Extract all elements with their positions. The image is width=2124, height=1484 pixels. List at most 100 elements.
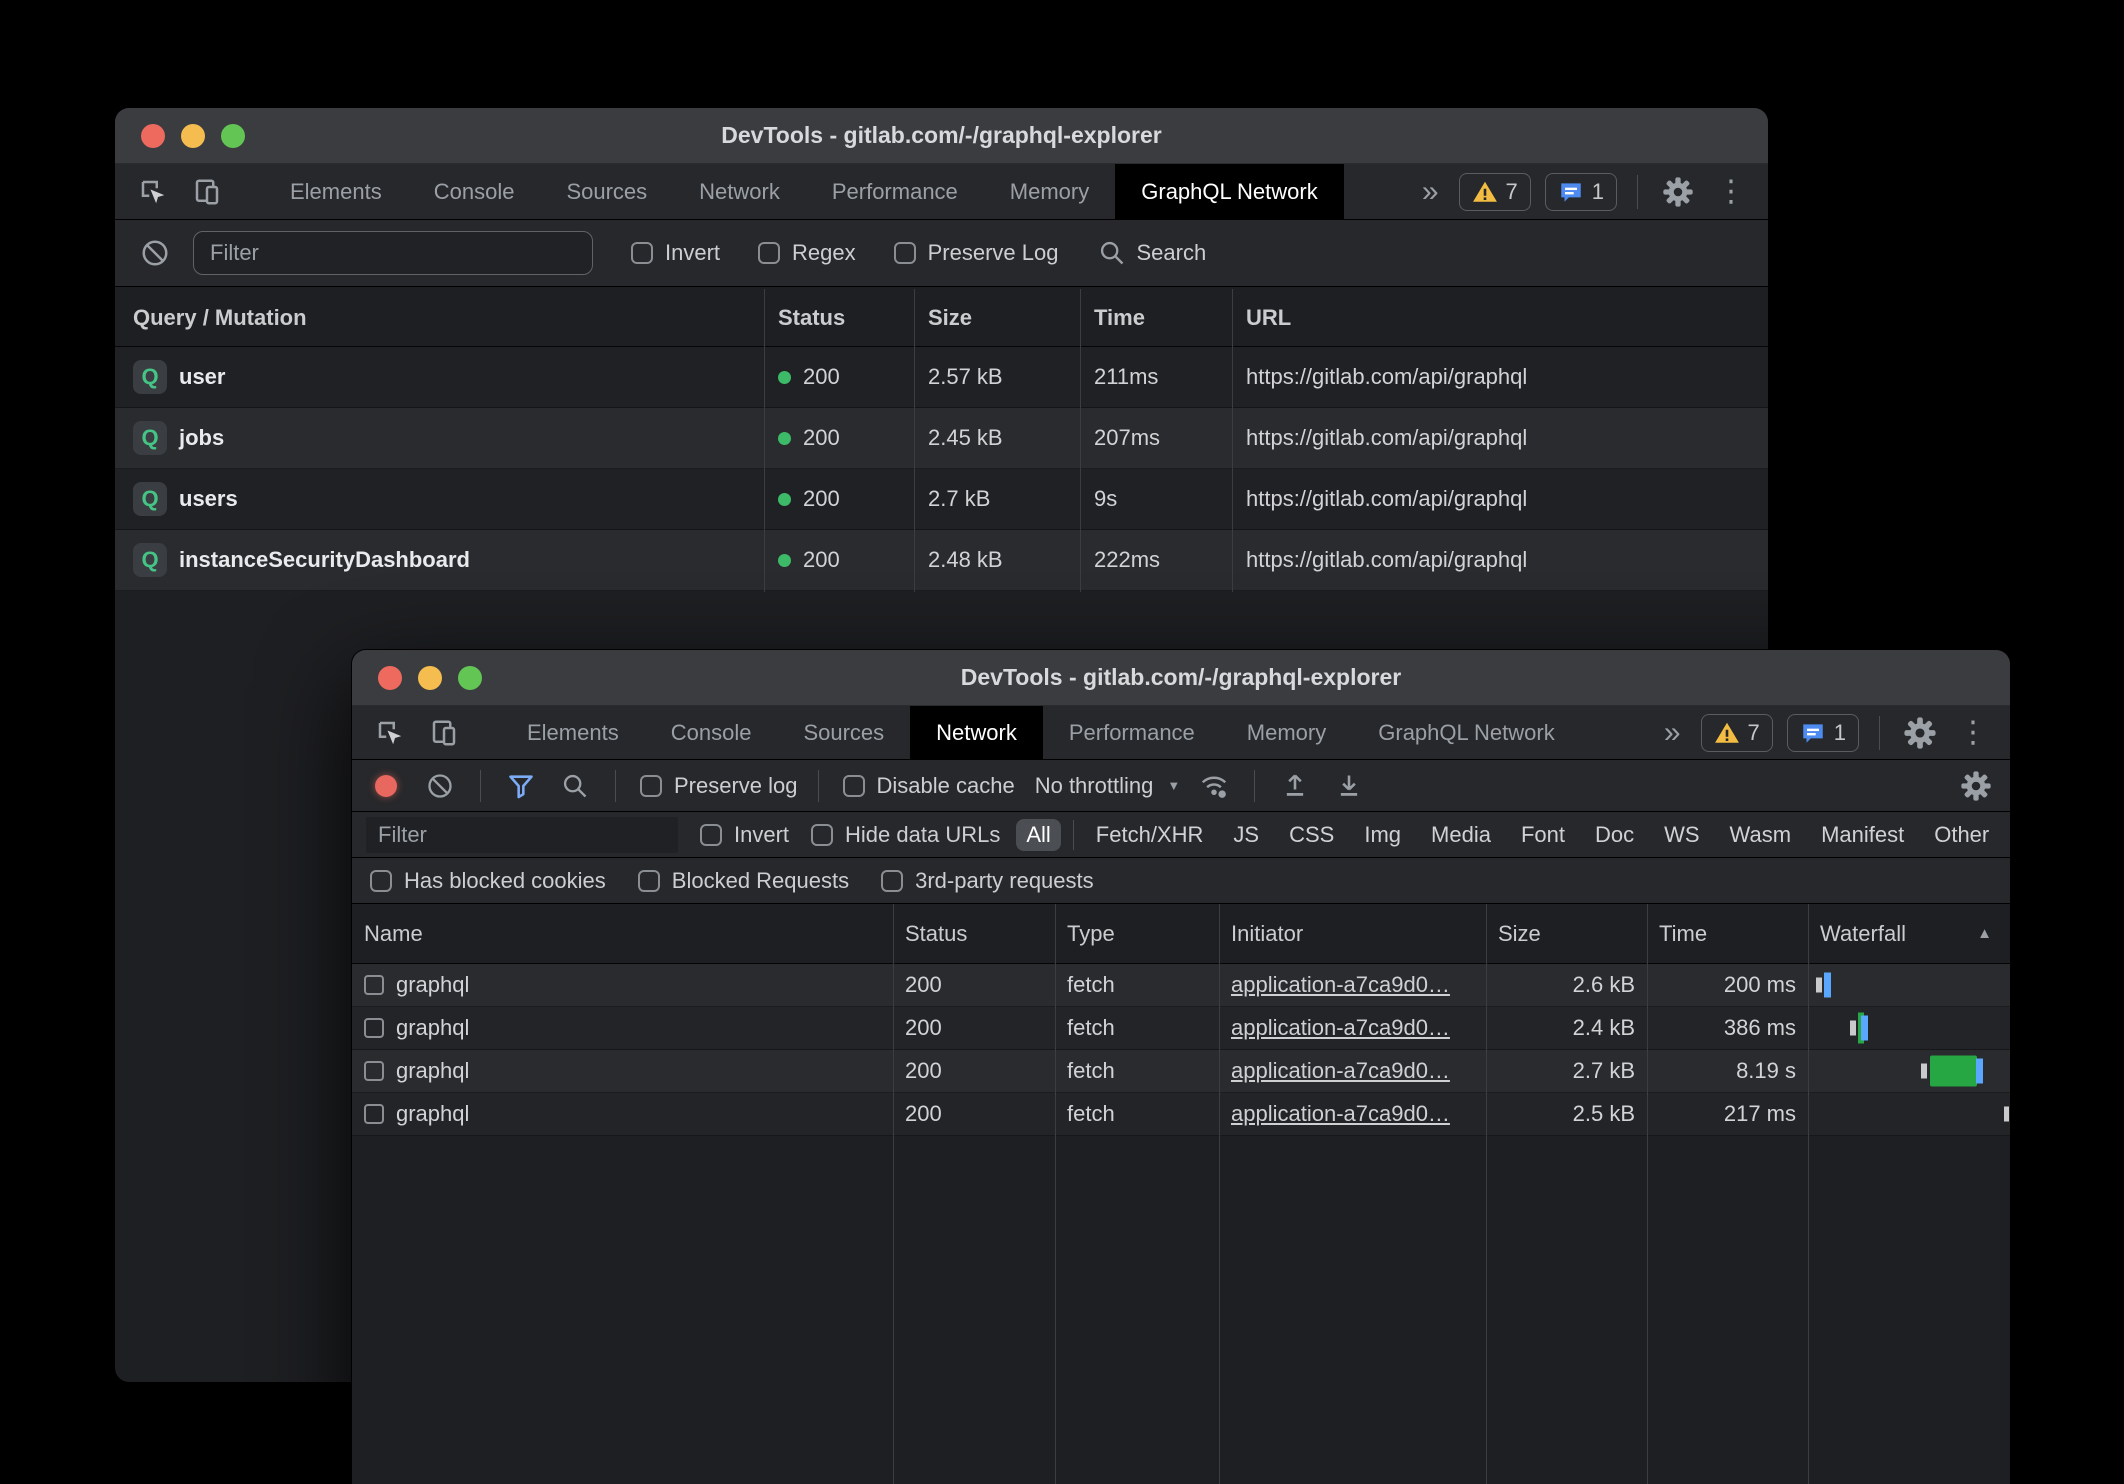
network-filter-input[interactable] bbox=[366, 817, 678, 853]
col-url[interactable]: URL bbox=[1232, 305, 1768, 331]
column-divider[interactable] bbox=[1808, 904, 1809, 1484]
tab-graphql-network[interactable]: GraphQL Network bbox=[1352, 706, 1580, 759]
filter-chip-img[interactable]: Img bbox=[1354, 819, 1411, 851]
filter-chip-css[interactable]: CSS bbox=[1279, 819, 1344, 851]
invert-checkbox-group[interactable]: Invert bbox=[631, 240, 720, 266]
col-initiator[interactable]: Initiator bbox=[1219, 921, 1486, 947]
record-button[interactable] bbox=[366, 766, 406, 806]
filter-chip-fetch-xhr[interactable]: Fetch/XHR bbox=[1086, 819, 1214, 851]
hide-data-urls-checkbox[interactable] bbox=[811, 824, 833, 846]
table-row[interactable]: QinstanceSecurityDashboard 200 2.48 kB 2… bbox=[115, 530, 1768, 591]
disable-cache-checkbox-group[interactable]: Disable cache bbox=[843, 773, 1015, 799]
filter-chip-ws[interactable]: WS bbox=[1654, 819, 1709, 851]
column-divider[interactable] bbox=[1080, 289, 1081, 592]
filter-chip-doc[interactable]: Doc bbox=[1585, 819, 1644, 851]
filter-input[interactable] bbox=[193, 231, 593, 275]
tab-sources[interactable]: Sources bbox=[540, 164, 673, 219]
row-checkbox[interactable] bbox=[364, 975, 384, 995]
hide-data-urls-checkbox-group[interactable]: Hide data URLs bbox=[811, 822, 1000, 848]
column-divider[interactable] bbox=[1232, 289, 1233, 592]
col-size[interactable]: Size bbox=[1486, 921, 1647, 947]
tab-performance[interactable]: Performance bbox=[1043, 706, 1221, 759]
device-toolbar-icon[interactable] bbox=[187, 172, 227, 212]
filter-chip-js[interactable]: JS bbox=[1223, 819, 1269, 851]
titlebar[interactable]: DevTools - gitlab.com/-/graphql-explorer bbox=[115, 108, 1768, 164]
close-button[interactable] bbox=[378, 666, 402, 690]
regex-checkbox-group[interactable]: Regex bbox=[758, 240, 856, 266]
column-divider[interactable] bbox=[1055, 904, 1056, 1484]
initiator-link[interactable]: application-a7ca9d0… bbox=[1231, 972, 1450, 998]
preserve-log-checkbox[interactable] bbox=[640, 775, 662, 797]
tab-elements[interactable]: Elements bbox=[264, 164, 408, 219]
invert-checkbox-group[interactable]: Invert bbox=[700, 822, 789, 848]
table-row[interactable]: graphql 200 fetch application-a7ca9d0… 2… bbox=[352, 1007, 2010, 1050]
filter-funnel-icon[interactable] bbox=[501, 766, 541, 806]
preserve-log-checkbox-group[interactable]: Preserve log bbox=[640, 773, 798, 799]
initiator-link[interactable]: application-a7ca9d0… bbox=[1231, 1058, 1450, 1084]
throttling-dropdown[interactable]: No throttling ▼ bbox=[1035, 773, 1181, 799]
regex-checkbox[interactable] bbox=[758, 242, 780, 264]
inspect-element-icon[interactable] bbox=[133, 172, 173, 212]
settings-gear-icon[interactable] bbox=[1900, 713, 1940, 753]
blocked-requests-checkbox[interactable] bbox=[638, 870, 660, 892]
filter-chip-wasm[interactable]: Wasm bbox=[1720, 819, 1802, 851]
device-toolbar-icon[interactable] bbox=[424, 713, 464, 753]
table-row[interactable]: graphql 200 fetch application-a7ca9d0… 2… bbox=[352, 964, 2010, 1007]
col-query-mutation[interactable]: Query / Mutation bbox=[115, 305, 764, 331]
clear-icon[interactable] bbox=[420, 766, 460, 806]
col-size[interactable]: Size bbox=[914, 305, 1080, 331]
zoom-button[interactable] bbox=[221, 124, 245, 148]
messages-badge[interactable]: 1 bbox=[1545, 173, 1617, 211]
filter-chip-all[interactable]: All bbox=[1016, 819, 1060, 851]
preserve-log-checkbox[interactable] bbox=[894, 242, 916, 264]
col-waterfall[interactable]: Waterfall ▲ bbox=[1808, 921, 2010, 947]
third-party-requests-group[interactable]: 3rd-party requests bbox=[881, 868, 1094, 894]
table-row[interactable]: Qjobs 200 2.45 kB 207ms https://gitlab.c… bbox=[115, 408, 1768, 469]
minimize-button[interactable] bbox=[418, 666, 442, 690]
third-party-requests-checkbox[interactable] bbox=[881, 870, 903, 892]
more-options-icon[interactable]: ⋮ bbox=[1954, 718, 1992, 748]
filter-chip-other[interactable]: Other bbox=[1924, 819, 1999, 851]
tab-graphql-network[interactable]: GraphQL Network bbox=[1115, 164, 1343, 219]
search-toggle[interactable]: Search bbox=[1098, 239, 1206, 267]
table-row[interactable]: graphql 200 fetch application-a7ca9d0… 2… bbox=[352, 1093, 2010, 1136]
row-checkbox[interactable] bbox=[364, 1061, 384, 1081]
column-divider[interactable] bbox=[893, 904, 894, 1484]
import-har-icon[interactable] bbox=[1275, 766, 1315, 806]
zoom-button[interactable] bbox=[458, 666, 482, 690]
invert-checkbox[interactable] bbox=[631, 242, 653, 264]
filter-chip-media[interactable]: Media bbox=[1421, 819, 1501, 851]
col-name[interactable]: Name bbox=[352, 921, 893, 947]
tab-console[interactable]: Console bbox=[408, 164, 541, 219]
invert-checkbox[interactable] bbox=[700, 824, 722, 846]
tab-network[interactable]: Network bbox=[673, 164, 806, 219]
search-icon[interactable] bbox=[555, 766, 595, 806]
col-type[interactable]: Type bbox=[1055, 921, 1219, 947]
clear-block-icon[interactable] bbox=[135, 233, 175, 273]
tab-console[interactable]: Console bbox=[645, 706, 778, 759]
col-status[interactable]: Status bbox=[764, 305, 914, 331]
filter-chip-font[interactable]: Font bbox=[1511, 819, 1575, 851]
column-divider[interactable] bbox=[1219, 904, 1220, 1484]
inspect-element-icon[interactable] bbox=[370, 713, 410, 753]
initiator-link[interactable]: application-a7ca9d0… bbox=[1231, 1101, 1450, 1127]
warnings-badge[interactable]: 7 bbox=[1459, 173, 1531, 211]
col-time[interactable]: Time bbox=[1647, 921, 1808, 947]
more-options-icon[interactable]: ⋮ bbox=[1712, 177, 1750, 207]
close-button[interactable] bbox=[141, 124, 165, 148]
table-row[interactable]: Qusers 200 2.7 kB 9s https://gitlab.com/… bbox=[115, 469, 1768, 530]
filter-chip-manifest[interactable]: Manifest bbox=[1811, 819, 1914, 851]
column-divider[interactable] bbox=[1486, 904, 1487, 1484]
tab-memory[interactable]: Memory bbox=[1221, 706, 1352, 759]
has-blocked-cookies-group[interactable]: Has blocked cookies bbox=[370, 868, 606, 894]
preserve-log-checkbox-group[interactable]: Preserve Log bbox=[894, 240, 1059, 266]
more-tabs-icon[interactable]: » bbox=[1658, 716, 1687, 750]
has-blocked-cookies-checkbox[interactable] bbox=[370, 870, 392, 892]
more-tabs-icon[interactable]: » bbox=[1416, 175, 1445, 209]
table-row[interactable]: graphql 200 fetch application-a7ca9d0… 2… bbox=[352, 1050, 2010, 1093]
settings-gear-icon[interactable] bbox=[1658, 172, 1698, 212]
disable-cache-checkbox[interactable] bbox=[843, 775, 865, 797]
col-status[interactable]: Status bbox=[893, 921, 1055, 947]
tab-network[interactable]: Network bbox=[910, 706, 1043, 759]
minimize-button[interactable] bbox=[181, 124, 205, 148]
